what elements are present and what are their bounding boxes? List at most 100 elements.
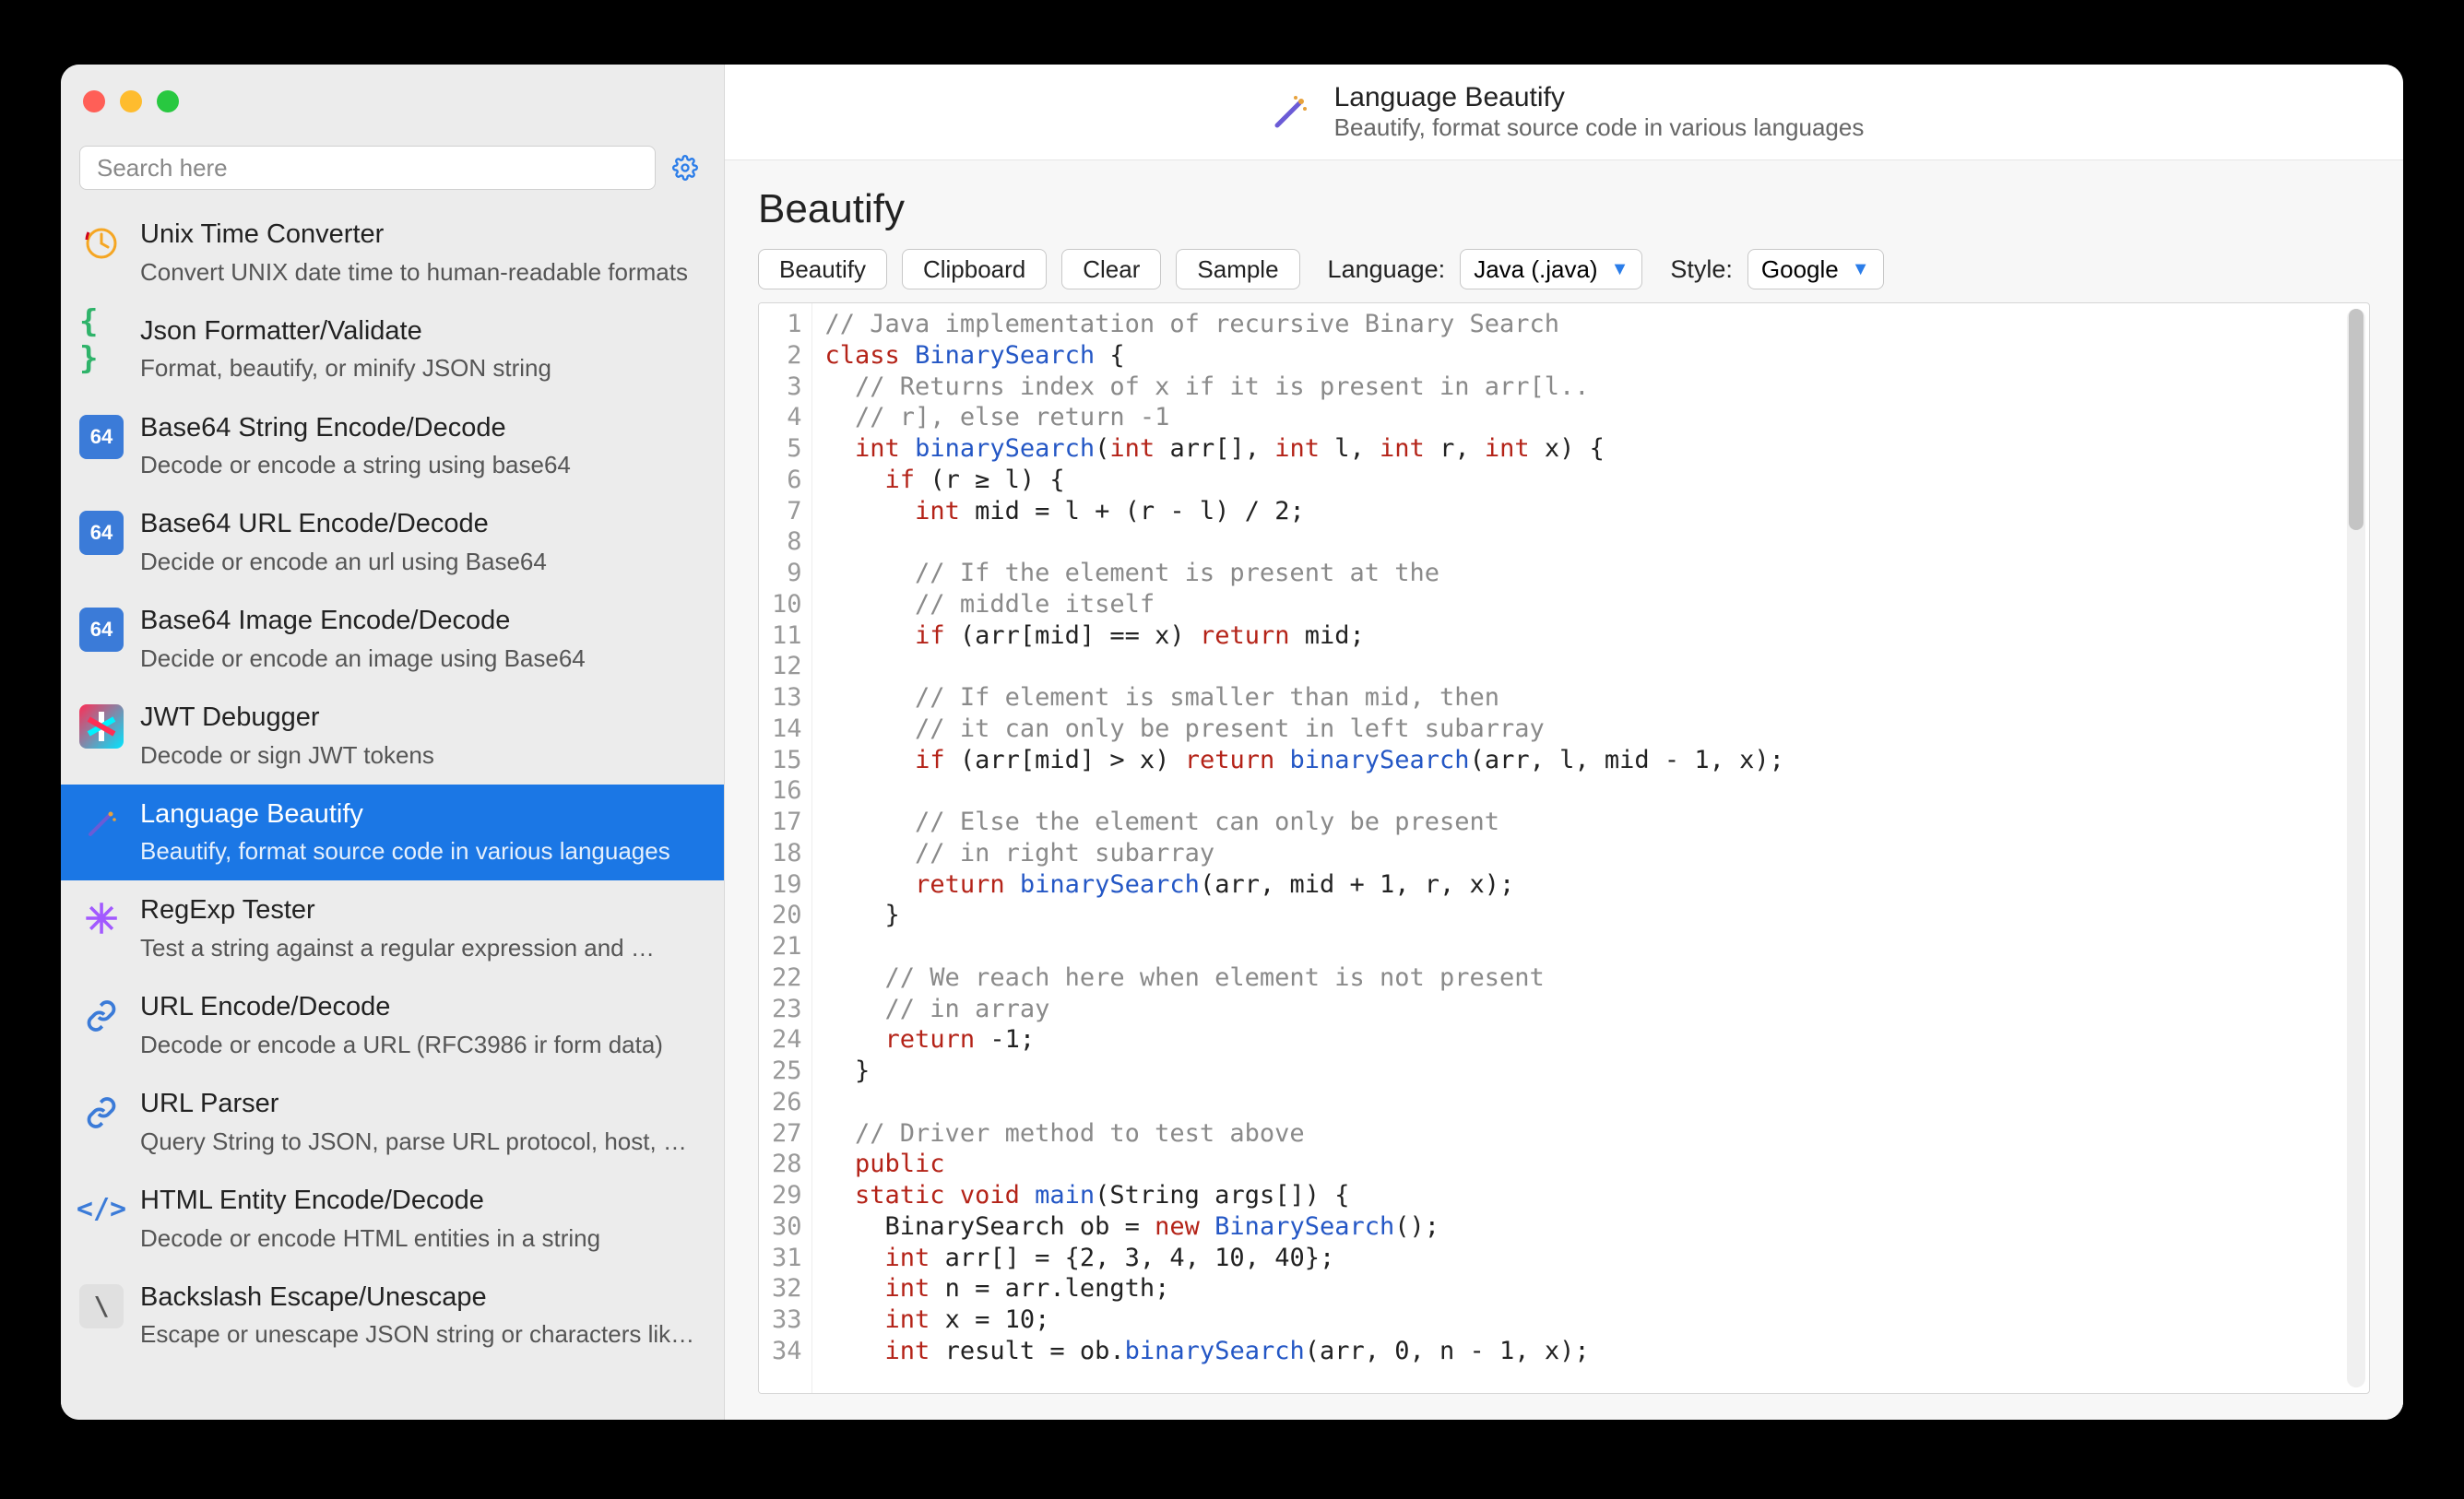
minimize-window-button[interactable] bbox=[120, 90, 142, 112]
link-icon bbox=[79, 994, 124, 1038]
sidebar-item-title: Base64 Image Encode/Decode bbox=[140, 604, 704, 639]
sidebar-item-title: Json Formatter/Validate bbox=[140, 314, 704, 349]
sidebar-item-title: Base64 URL Encode/Decode bbox=[140, 507, 704, 542]
sidebar-item-title: Language Beautify bbox=[140, 797, 704, 832]
line-number: 24 bbox=[772, 1024, 802, 1056]
chevron-down-icon: ▼ bbox=[1611, 259, 1629, 280]
line-number: 23 bbox=[772, 994, 802, 1025]
line-number: 34 bbox=[772, 1336, 802, 1367]
link-icon bbox=[79, 1091, 124, 1135]
line-number: 12 bbox=[772, 651, 802, 682]
sidebar-item-desc: Decode or encode a URL (RFC3986 ir form … bbox=[140, 1029, 704, 1061]
line-number: 26 bbox=[772, 1087, 802, 1118]
code-line: // in right subarray bbox=[825, 838, 2356, 869]
app-window: Unix Time ConverterConvert UNIX date tim… bbox=[61, 65, 2403, 1420]
sidebar-item-desc: Escape or unescape JSON string or charac… bbox=[140, 1318, 704, 1351]
code-line: BinarySearch ob = new BinarySearch(); bbox=[825, 1211, 2356, 1243]
line-number: 15 bbox=[772, 745, 802, 776]
chevron-down-icon: ▼ bbox=[1852, 259, 1870, 280]
zoom-window-button[interactable] bbox=[157, 90, 179, 112]
style-select[interactable]: Google ▼ bbox=[1747, 249, 1884, 289]
clipboard-button[interactable]: Clipboard bbox=[902, 249, 1047, 289]
language-select[interactable]: Java (.java) ▼ bbox=[1460, 249, 1642, 289]
window-controls bbox=[83, 90, 179, 112]
line-number: 25 bbox=[772, 1056, 802, 1087]
settings-button[interactable] bbox=[665, 148, 705, 188]
code-line: if (r ≥ l) { bbox=[825, 465, 2356, 496]
line-number: 1 bbox=[772, 309, 802, 340]
code-line: return binarySearch(arr, mid + 1, r, x); bbox=[825, 869, 2356, 901]
sidebar-item-language-beautify[interactable]: Language BeautifyBeautify, format source… bbox=[61, 785, 724, 881]
code-line bbox=[825, 1087, 2356, 1118]
b64-icon: 64 bbox=[79, 511, 124, 555]
code-area[interactable]: // Java implementation of recursive Bina… bbox=[812, 303, 2369, 1393]
line-number: 13 bbox=[772, 682, 802, 714]
search-row bbox=[61, 138, 724, 205]
code-line: int result = ob.binarySearch(arr, 0, n -… bbox=[825, 1336, 2356, 1367]
line-number: 9 bbox=[772, 558, 802, 589]
scrollbar-track[interactable] bbox=[2347, 309, 2365, 1387]
line-number: 19 bbox=[772, 869, 802, 901]
line-number: 10 bbox=[772, 589, 802, 620]
titlebar bbox=[61, 65, 724, 138]
json-icon: { } bbox=[79, 318, 124, 362]
scrollbar-thumb[interactable] bbox=[2349, 309, 2363, 530]
sidebar-item-base64-url-encode-decode[interactable]: 64 Base64 URL Encode/Decode Decide or enco… bbox=[61, 494, 724, 591]
sidebar-item-desc: Decide or encode an image using Base64 bbox=[140, 643, 704, 675]
style-select-value: Google bbox=[1761, 255, 1839, 284]
sample-button[interactable]: Sample bbox=[1176, 249, 1299, 289]
b64-icon: 64 bbox=[79, 608, 124, 652]
code-line: return -1; bbox=[825, 1024, 2356, 1056]
header-title: Language Beautify bbox=[1334, 82, 1865, 113]
search-input[interactable] bbox=[79, 146, 656, 190]
line-number: 32 bbox=[772, 1273, 802, 1304]
sidebar-item-desc: Decide or encode an url using Base64 bbox=[140, 546, 704, 578]
language-select-value: Java (.java) bbox=[1474, 255, 1597, 284]
line-number: 30 bbox=[772, 1211, 802, 1243]
sidebar-item-json-formatter-validate[interactable]: { }Json Formatter/ValidateFormat, beauti… bbox=[61, 301, 724, 398]
code-line: // middle itself bbox=[825, 589, 2356, 620]
tool-list[interactable]: Unix Time ConverterConvert UNIX date tim… bbox=[61, 205, 724, 1420]
code-line: // If element is smaller than mid, then bbox=[825, 682, 2356, 714]
sidebar-item-title: URL Parser bbox=[140, 1087, 704, 1122]
sidebar-item-desc: Query String to JSON, parse URL protocol… bbox=[140, 1126, 704, 1158]
line-number: 21 bbox=[772, 931, 802, 962]
wand-icon bbox=[1264, 87, 1316, 138]
line-number: 29 bbox=[772, 1180, 802, 1211]
line-number: 27 bbox=[772, 1118, 802, 1150]
sidebar-item-desc: Decode or encode HTML entities in a stri… bbox=[140, 1222, 704, 1255]
sidebar-item-desc: Decode or sign JWT tokens bbox=[140, 739, 704, 772]
b64-icon: 64 bbox=[79, 415, 124, 459]
clock-icon bbox=[79, 221, 124, 266]
line-gutter: 1234567891011121314151617181920212223242… bbox=[759, 303, 812, 1393]
code-line: } bbox=[825, 900, 2356, 931]
line-number: 33 bbox=[772, 1304, 802, 1336]
code-line: int x = 10; bbox=[825, 1304, 2356, 1336]
sidebar-item-base64-string-encode-decode[interactable]: 64 Base64 String Encode/DecodeDecode or e… bbox=[61, 398, 724, 495]
code-editor[interactable]: 1234567891011121314151617181920212223242… bbox=[758, 302, 2370, 1394]
sidebar-item-regexp-tester[interactable]: ✳RegExp TesterTest a string against a re… bbox=[61, 880, 724, 977]
sidebar-item-backslash-escape-unescape[interactable]: \Backslash Escape/UnescapeEscape or unes… bbox=[61, 1268, 724, 1364]
code-line: static void main(String args[]) { bbox=[825, 1180, 2356, 1211]
sidebar-item-title: RegExp Tester bbox=[140, 893, 704, 928]
code-line bbox=[825, 526, 2356, 558]
sidebar-item-title: JWT Debugger bbox=[140, 701, 704, 736]
sidebar-item-url-encode-decode[interactable]: URL Encode/DecodeDecode or encode a URL … bbox=[61, 977, 724, 1074]
beautify-button[interactable]: Beautify bbox=[758, 249, 887, 289]
clear-button[interactable]: Clear bbox=[1061, 249, 1161, 289]
sidebar-item-desc: Decode or encode a string using base64 bbox=[140, 449, 704, 481]
regex-icon: ✳ bbox=[79, 897, 124, 941]
line-number: 6 bbox=[772, 465, 802, 496]
code-line bbox=[825, 651, 2356, 682]
sidebar-item-html-entity-encode-decode[interactable]: </>HTML Entity Encode/DecodeDecode or en… bbox=[61, 1171, 724, 1268]
line-number: 22 bbox=[772, 962, 802, 994]
sidebar-item-url-parser[interactable]: URL Parser Query String to JSON, parse UR… bbox=[61, 1074, 724, 1171]
sidebar-item-base64-image-encode-decode[interactable]: 64 Base64 Image Encode/Decode Decide or en… bbox=[61, 591, 724, 688]
sidebar-item-title: Base64 String Encode/Decode bbox=[140, 411, 704, 446]
close-window-button[interactable] bbox=[83, 90, 105, 112]
code-line bbox=[825, 931, 2356, 962]
code-line: } bbox=[825, 1056, 2356, 1087]
sidebar-item-jwt-debugger[interactable]: JWT DebuggerDecode or sign JWT tokens bbox=[61, 688, 724, 785]
sidebar-item-unix-time-converter[interactable]: Unix Time ConverterConvert UNIX date tim… bbox=[61, 205, 724, 301]
main-panel: Language Beautify Beautify, format sourc… bbox=[725, 65, 2403, 1420]
